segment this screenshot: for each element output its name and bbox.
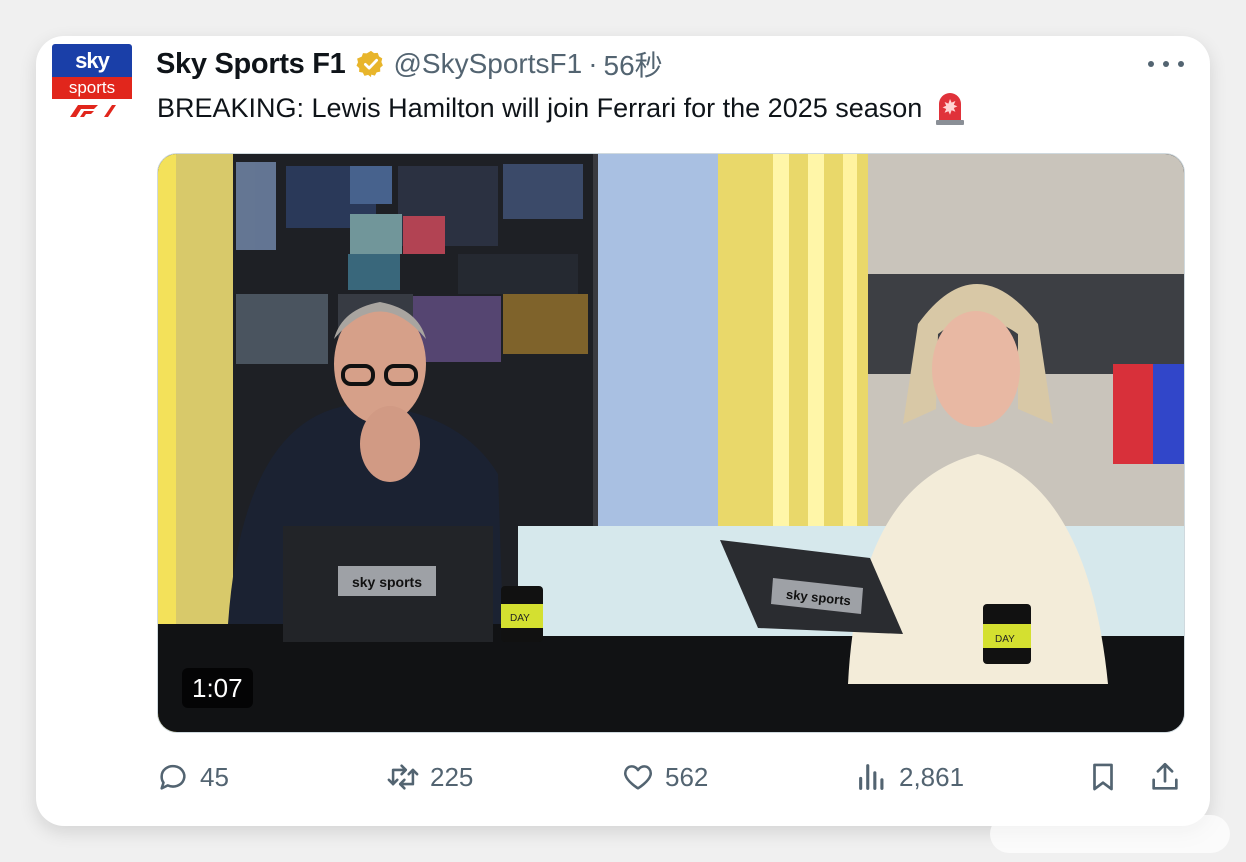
reply-button[interactable]: 45 [156, 756, 229, 798]
video-frame: sky sports sky sports DAY DAY [158, 154, 1184, 732]
retweet-icon [387, 764, 419, 790]
video-duration: 1:07 [182, 668, 253, 708]
like-count: 562 [665, 761, 709, 792]
handle[interactable]: @SkySportsF1 [394, 48, 583, 80]
tweet-text: BREAKING: Lewis Hamilton will join Ferra… [157, 92, 923, 123]
tweet-header: Sky Sports F1 @SkySportsF1 · 56秒 [156, 44, 663, 84]
f1-logo-icon [70, 105, 116, 117]
avatar-sky-text: sky [52, 44, 132, 77]
separator: · [588, 48, 598, 79]
laptop-logo-left: sky sports [352, 574, 422, 590]
analytics-icon [859, 764, 884, 790]
avatar[interactable]: sky sports [52, 44, 132, 122]
mug-label-right: DAY [995, 634, 1015, 645]
share-icon [1152, 762, 1178, 790]
retweet-count: 225 [430, 761, 474, 792]
reply-icon [160, 764, 186, 790]
more-options-icon[interactable] [1148, 52, 1184, 76]
reply-count: 45 [200, 761, 229, 792]
action-bar: 45 225 562 2,861 [0, 756, 1246, 798]
bookmark-icon [1093, 763, 1113, 791]
retweet-button[interactable]: 225 [386, 756, 473, 798]
watermark [990, 815, 1230, 853]
heart-icon [624, 765, 652, 790]
tweet-text-row: BREAKING: Lewis Hamilton will join Ferra… [157, 90, 968, 126]
avatar-sports-text: sports [52, 77, 132, 99]
bookmark-button[interactable] [1086, 756, 1120, 798]
siren-icon [936, 93, 965, 125]
share-button[interactable] [1148, 756, 1182, 798]
display-name[interactable]: Sky Sports F1 [156, 48, 346, 81]
mug-label-left: DAY [510, 613, 530, 624]
views-count: 2,861 [899, 761, 965, 792]
video-player[interactable]: sky sports sky sports DAY DAY 1:07 [157, 153, 1185, 733]
views-button[interactable]: 2,861 [855, 756, 964, 798]
timestamp[interactable]: 56秒 [604, 44, 663, 84]
like-button[interactable]: 562 [621, 756, 708, 798]
verified-badge-icon[interactable] [356, 49, 386, 79]
